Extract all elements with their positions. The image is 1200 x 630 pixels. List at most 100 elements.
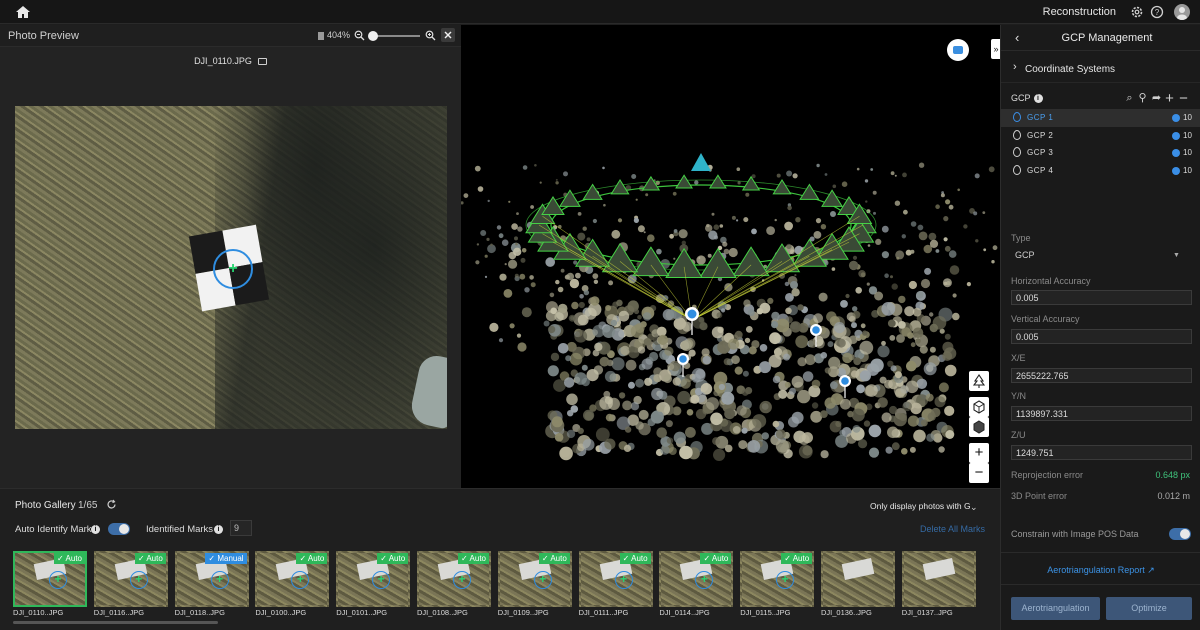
crosshair-icon[interactable]: + — [226, 261, 240, 277]
refresh-icon[interactable] — [106, 499, 117, 510]
aerotriangulation-report-link[interactable]: Aerotriangulation Report ↗ — [1001, 565, 1200, 576]
aerotriangulation-button[interactable]: Aerotriangulation — [1011, 597, 1100, 620]
gcp-list-item[interactable]: GCP 4 10 — [1001, 162, 1200, 180]
zoom-slider[interactable] — [368, 31, 420, 41]
mark-status-badge: ✓ Auto — [377, 553, 409, 564]
thumbnail-image — [821, 551, 895, 607]
zoom-in-icon[interactable] — [425, 30, 436, 41]
gallery-thumbnail[interactable]: + ✓ Auto DJI_0114..JPG — [659, 551, 734, 619]
gallery-scrollbar[interactable] — [13, 621, 218, 624]
auto-identify-toggle[interactable] — [108, 523, 130, 535]
export-icon[interactable]: ➦ — [1151, 93, 1162, 104]
tree-icon[interactable] — [969, 371, 989, 391]
constrain-toggle[interactable] — [1169, 528, 1191, 540]
point-cloud-point — [660, 445, 670, 455]
gcp-list-item[interactable]: GCP 3 10 — [1001, 144, 1200, 162]
panel-header: ‹ GCP Management — [1001, 25, 1200, 51]
workspace-title[interactable]: Reconstruction — [1043, 6, 1116, 18]
gallery-thumbnail[interactable]: + ✓ Auto DJI_0101..JPG — [336, 551, 411, 619]
point-cloud-point — [894, 371, 902, 379]
photo-filter-dropdown[interactable]: Only display photos with G — [864, 496, 984, 516]
info-icon[interactable]: i — [214, 525, 223, 534]
delete-all-marks-link[interactable]: Delete All Marks — [920, 524, 985, 534]
collapse-panel-icon[interactable]: » — [991, 39, 1000, 59]
point-cloud-point — [783, 353, 791, 361]
gallery-thumbnail[interactable]: + ✓ Auto DJI_0100..JPG — [255, 551, 330, 619]
crosshair-icon: + — [135, 572, 143, 586]
zoom-out-button[interactable]: − — [969, 463, 989, 483]
gcp-name: GCP 2 — [1027, 130, 1054, 140]
folder-icon[interactable] — [257, 58, 267, 66]
type-select[interactable]: GCP — [1011, 248, 1192, 264]
point-cloud-point — [551, 416, 563, 428]
coordinate-systems-row[interactable]: › Coordinate Systems — [1001, 55, 1200, 83]
locate-gcp-icon[interactable]: ⚲ — [1137, 93, 1148, 104]
vertical-accuracy-input[interactable]: 0.005 — [1011, 329, 1192, 344]
search-gcp-icon[interactable]: ⌕ — [1124, 93, 1135, 104]
point-cloud-point — [673, 431, 686, 444]
point-cloud-point — [795, 217, 801, 223]
point-cloud-point — [769, 332, 781, 345]
point-cloud-point — [890, 275, 893, 279]
optimize-button[interactable]: Optimize — [1106, 597, 1192, 620]
point-cloud-point — [509, 323, 515, 329]
gallery-thumbnail[interactable]: + ✓ Auto DJI_0115..JPG — [740, 551, 815, 619]
info-icon[interactable]: i — [91, 525, 100, 534]
help-icon[interactable]: ? — [1150, 5, 1164, 19]
point-cloud-point — [872, 190, 877, 195]
point-cloud-point — [599, 396, 613, 410]
gallery-thumbnail[interactable]: + ✓ Auto DJI_0111..JPG — [578, 551, 653, 619]
gallery-thumbnail[interactable]: + ✓ Auto DJI_0108..JPG — [417, 551, 491, 619]
gcp-list-item[interactable]: GCP 2 10 — [1001, 127, 1200, 145]
info-icon[interactable]: i — [1033, 94, 1043, 104]
point-cloud-point — [864, 179, 869, 183]
remove-gcp-icon[interactable]: − — [1178, 91, 1189, 106]
zoom-out-icon[interactable] — [354, 30, 365, 41]
gallery-thumbnail[interactable]: + ✓ Auto DJI_0110..JPG — [13, 551, 87, 619]
map-pin-icon — [1013, 112, 1021, 122]
zoom-in-button[interactable]: + — [969, 443, 989, 463]
gallery-thumbnail[interactable]: + ✓ Auto DJI_0116..JPG — [93, 551, 168, 619]
point-cloud-point — [865, 384, 878, 397]
gallery-thumbnail[interactable]: + ✓ Manual DJI_0118..JPG — [174, 551, 249, 619]
point-cloud-point — [504, 263, 507, 266]
point-cloud-point — [745, 326, 753, 333]
gallery-thumbnail[interactable]: + ✓ Auto DJI_0109..JPG — [497, 551, 572, 619]
point-cloud-point — [476, 243, 480, 246]
point-cloud-point — [916, 291, 924, 299]
3d-viewport[interactable]: » + − — [461, 25, 1000, 488]
point-cloud-point — [747, 309, 755, 317]
point-cloud-point — [723, 358, 731, 366]
point-cloud-point — [813, 231, 822, 239]
cube-solid-icon[interactable] — [969, 417, 989, 437]
point-cloud-point — [848, 335, 858, 345]
photo-canvas[interactable]: + — [15, 106, 447, 429]
horizontal-accuracy-input[interactable]: 0.005 — [1011, 290, 1192, 305]
home-icon[interactable] — [14, 4, 32, 20]
point-cloud-point — [672, 191, 677, 196]
cube-icon[interactable] — [969, 397, 989, 417]
point-cloud-point — [881, 302, 896, 316]
crosshair-icon: + — [54, 572, 62, 586]
point-cloud-point — [642, 312, 652, 321]
add-gcp-icon[interactable]: + — [1164, 91, 1175, 106]
point-cloud-point — [573, 260, 578, 265]
gallery-thumbnail[interactable]: DJI_0137..JPG — [901, 551, 976, 619]
point-cloud-point — [498, 233, 504, 239]
y-input[interactable]: 1139897.331 — [1011, 406, 1192, 421]
close-icon[interactable] — [441, 28, 455, 42]
settings-icon[interactable] — [1130, 5, 1144, 19]
camera-icon[interactable] — [947, 39, 969, 61]
gallery-thumbnail[interactable]: DJI_0136..JPG — [821, 551, 895, 619]
point-cloud-point — [881, 251, 889, 259]
point-cloud-point — [797, 304, 804, 311]
z-input[interactable]: 1249.751 — [1011, 445, 1192, 460]
point-cloud-point — [566, 272, 575, 281]
point-cloud-point — [902, 172, 907, 178]
point-cloud-point — [530, 205, 534, 209]
user-icon[interactable] — [1174, 4, 1190, 20]
x-input[interactable]: 2655222.765 — [1011, 368, 1192, 383]
zoom-slider-handle[interactable] — [368, 31, 378, 41]
point-cloud-point — [503, 289, 513, 298]
gcp-list-item[interactable]: GCP 1 10 — [1001, 109, 1200, 127]
